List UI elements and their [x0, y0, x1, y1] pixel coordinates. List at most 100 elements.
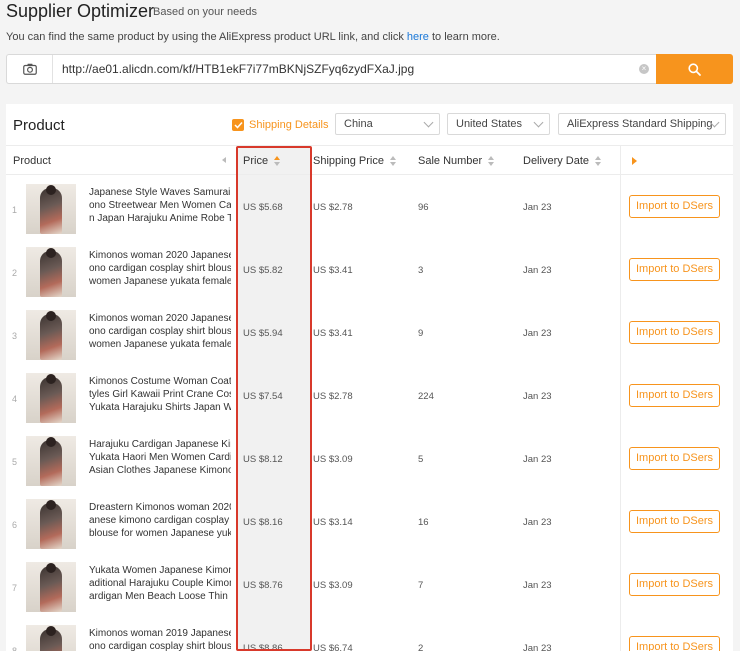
import-to-dsers-button[interactable]: Import to DSers [629, 321, 720, 344]
ship-to-value: United States [456, 118, 523, 130]
clear-icon[interactable]: × [639, 64, 649, 74]
caret-left-icon[interactable] [222, 157, 226, 163]
chevron-down-icon [533, 117, 544, 128]
product-thumbnail[interactable] [26, 184, 76, 234]
col-price-label: Price [243, 155, 269, 167]
shipping-price-cell: US $3.09 [313, 454, 353, 465]
import-to-dsers-button[interactable]: Import to DSers [629, 384, 720, 407]
product-name[interactable]: Kimonos woman 2020 Japanese kim ono cardi… [89, 312, 231, 351]
sale-number-cell: 9 [418, 328, 424, 339]
col-product: Product [13, 155, 51, 167]
ship-to-select[interactable]: United States [447, 113, 550, 135]
delivery-date-cell: Jan 23 [523, 265, 552, 276]
ship-from-select[interactable]: China [335, 113, 440, 135]
product-name-line: Japanese Style Waves Samurai Kim [89, 187, 231, 198]
page-subtitle: Based on your needs [153, 6, 257, 18]
price-cell: US $8.12 [243, 454, 283, 465]
info-text: You can find the same product by using t… [6, 31, 500, 43]
product-name-line: Asian Clothes Japanese Kimono Tr... [89, 465, 231, 476]
table-row[interactable]: 5 Harajuku Cardigan Japanese Kimono Yukata… [6, 428, 733, 491]
import-to-dsers-button[interactable]: Import to DSers [629, 258, 720, 281]
search-button[interactable] [656, 54, 733, 84]
caret-right-icon[interactable] [632, 157, 637, 165]
sale-number-cell: 7 [418, 580, 424, 591]
sort-icon[interactable] [274, 156, 281, 167]
product-thumbnail[interactable] [26, 499, 76, 549]
delivery-date-cell: Jan 23 [523, 328, 552, 339]
sale-number-cell: 2 [418, 643, 424, 651]
col-delivery-date[interactable]: Delivery Date [523, 155, 602, 167]
product-name-line: Yukata Women Japanese Kimono Tr [89, 565, 231, 576]
product-thumbnail[interactable] [26, 625, 76, 651]
ship-from-value: China [344, 118, 373, 130]
product-thumbnail[interactable] [26, 436, 76, 486]
col-shipping-price[interactable]: Shipping Price [313, 155, 397, 167]
row-index: 3 [12, 331, 18, 341]
row-index: 1 [12, 205, 18, 215]
col-shipping-price-label: Shipping Price [313, 155, 384, 167]
shipping-price-cell: US $6.74 [313, 643, 353, 651]
table-row[interactable]: 1 Japanese Style Waves Samurai Kim ono Str… [6, 176, 733, 239]
table-row[interactable]: 6 Dreastern Kimonos woman 2020 Jap anese k… [6, 491, 733, 554]
import-to-dsers-button[interactable]: Import to DSers [629, 510, 720, 533]
product-name[interactable]: Kimonos woman 2020 Japanese kim ono cardi… [89, 249, 231, 288]
import-to-dsers-button[interactable]: Import to DSers [629, 195, 720, 218]
table-row[interactable]: 7 Yukata Women Japanese Kimono Tr aditiona… [6, 554, 733, 617]
product-name[interactable]: Japanese Style Waves Samurai Kim ono Stre… [89, 186, 231, 225]
camera-icon[interactable] [7, 55, 53, 83]
product-name-line: Harajuku Cardigan Japanese Kimono [89, 439, 231, 450]
product-thumbnail[interactable] [26, 562, 76, 612]
product-name-line: Kimonos woman 2019 Japanese kim [89, 628, 231, 639]
row-index: 2 [12, 268, 18, 278]
table-row[interactable]: 4 Kimonos Costume Woman Coat 14 S tyles Gi… [6, 365, 733, 428]
shipping-method-select[interactable]: AliExpress Standard Shipping [558, 113, 726, 135]
product-name-line: aditional Harajuku Couple Kimonos C [89, 578, 231, 589]
product-name-line: ono cardigan cosplay shirt blouse for [89, 263, 231, 274]
product-name-line: Kimonos woman 2020 Japanese kim [89, 250, 231, 261]
sort-icon[interactable] [389, 156, 397, 167]
product-name-line: ono Streetwear Men Women Cardiga [89, 200, 231, 211]
table-row[interactable]: 2 Kimonos woman 2020 Japanese kim ono card… [6, 239, 733, 302]
price-cell: US $8.16 [243, 517, 283, 528]
price-cell: US $7.54 [243, 391, 283, 402]
url-input[interactable]: http://ae01.alicdn.com/kf/HTB1ekF7i77mBK… [6, 54, 656, 84]
product-name-line: Dreastern Kimonos woman 2020 Jap [89, 502, 231, 513]
product-name[interactable]: Harajuku Cardigan Japanese Kimono Yukata … [89, 438, 231, 477]
shipping-details-checkbox[interactable] [232, 119, 244, 131]
col-price[interactable]: Price [243, 155, 281, 167]
table-row[interactable]: 8 Kimonos woman 2019 Japanese kim ono card… [6, 617, 733, 651]
product-name[interactable]: Yukata Women Japanese Kimono Tr aditional… [89, 564, 231, 603]
product-name-line: ono cardigan cosplay shirt blouse for [89, 641, 231, 651]
product-thumbnail[interactable] [26, 247, 76, 297]
product-name[interactable]: Kimonos woman 2019 Japanese kim ono cardi… [89, 627, 231, 651]
shipping-details-label[interactable]: Shipping Details [249, 119, 329, 131]
table-header: Product Price Shipping Price Sale Number… [6, 145, 733, 175]
shipping-price-cell: US $3.41 [313, 265, 353, 276]
row-index: 4 [12, 394, 18, 404]
chevron-down-icon [423, 117, 434, 128]
product-name-line: Yukata Harajuku Shirts Japan Wo... [89, 402, 231, 413]
shipping-price-cell: US $2.78 [313, 202, 353, 213]
page-title: Supplier Optimizer [6, 1, 155, 21]
page-header: Supplier Optimizer Based on your needs [6, 0, 740, 24]
product-name-line: tyles Girl Kawaii Print Crane Cosplay [89, 389, 231, 400]
import-to-dsers-button[interactable]: Import to DSers [629, 573, 720, 596]
import-to-dsers-button[interactable]: Import to DSers [629, 447, 720, 470]
info-text-after: to learn more. [428, 31, 500, 43]
product-thumbnail[interactable] [26, 373, 76, 423]
product-name-line: blouse for women Japanese yukat... [89, 528, 231, 539]
sort-icon[interactable] [595, 156, 602, 167]
table-row[interactable]: 3 Kimonos woman 2020 Japanese kim ono card… [6, 302, 733, 365]
shipping-price-cell: US $2.78 [313, 391, 353, 402]
product-name-line: Yukata Haori Men Women Cardigan [89, 452, 231, 463]
product-name[interactable]: Kimonos Costume Woman Coat 14 S tyles Gir… [89, 375, 231, 414]
product-name[interactable]: Dreastern Kimonos woman 2020 Jap anese ki… [89, 501, 231, 540]
check-icon [233, 121, 243, 129]
sort-icon[interactable] [488, 156, 495, 167]
sale-number-cell: 96 [418, 202, 429, 213]
learn-more-link[interactable]: here [407, 31, 429, 43]
product-thumbnail[interactable] [26, 310, 76, 360]
col-sale-number[interactable]: Sale Number [418, 155, 495, 167]
import-to-dsers-button[interactable]: Import to DSers [629, 636, 720, 651]
col-sale-number-label: Sale Number [418, 155, 483, 167]
